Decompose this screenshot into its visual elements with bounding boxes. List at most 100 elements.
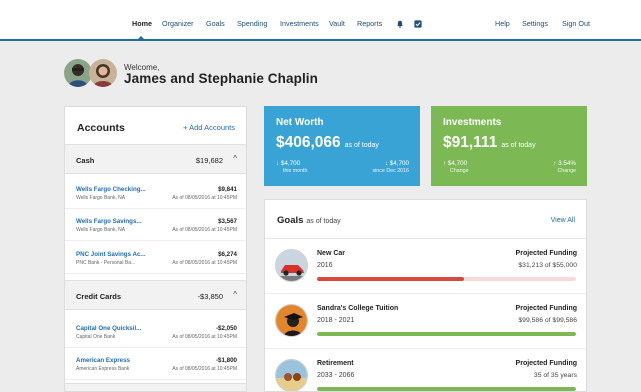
- welcome-user-name: James and Stephanie Chaplin: [124, 71, 319, 86]
- goal-projected-label: Projected Funding: [515, 250, 577, 257]
- nav-settings[interactable]: Settings: [522, 0, 548, 39]
- account-row[interactable]: Wells Fargo Checking... Wells Fargo Bank…: [65, 179, 246, 209]
- account-institution: Capital One Bank: [76, 334, 116, 340]
- account-name[interactable]: American Express: [76, 357, 130, 364]
- beach-icon: [275, 359, 308, 391]
- goals-as-of: as of today: [306, 218, 341, 225]
- avatar-stephanie: [89, 59, 117, 87]
- account-name[interactable]: Wells Fargo Checking...: [76, 186, 146, 193]
- bell-icon[interactable]: [396, 20, 404, 28]
- graduate-icon: [275, 304, 308, 337]
- goal-years: 2016: [317, 262, 333, 269]
- add-accounts-link[interactable]: + Add Accounts: [183, 123, 235, 132]
- group-header-credit-cards[interactable]: Credit Cards -$3,850 ^: [65, 280, 246, 310]
- net-worth-title: Net Worth: [276, 117, 324, 128]
- account-row[interactable]: American Express American Express Bank -…: [65, 350, 246, 380]
- account-amount: $3,567: [218, 218, 237, 225]
- goal-projected-value: $31,213 of $55,000: [518, 262, 577, 269]
- account-row[interactable]: PNC Joint Savings Ac... PNC Bank - Perso…: [65, 244, 246, 274]
- goal-name[interactable]: New Car: [317, 250, 345, 257]
- goals-header: Goals as of today: [277, 215, 341, 226]
- investments-value: $91,111: [443, 134, 498, 151]
- car-icon: [275, 249, 308, 282]
- goal-progress-bar: [317, 332, 576, 336]
- investments-change: ↑ $4,700: [443, 160, 468, 167]
- top-navigation: Home Organizer Goals Spending Investment…: [0, 0, 641, 41]
- net-worth-card[interactable]: Net Worth $406,066 as of today ↓ $4,700 t…: [264, 106, 420, 186]
- goal-row[interactable]: New Car 2016 Projected Funding $31,213 o…: [265, 239, 586, 294]
- account-updated: As of 08/05/2016 at 10:45PM: [172, 334, 237, 340]
- account-updated: As of 08/05/2016 at 10:45PM: [172, 195, 237, 201]
- goal-years: 2033 - 2066: [317, 372, 355, 379]
- group-total: $19,682: [195, 156, 223, 165]
- nav-help[interactable]: Help: [495, 0, 510, 39]
- goal-years: 2018 - 2021: [317, 317, 355, 324]
- nav-home[interactable]: Home: [132, 0, 152, 39]
- account-institution: PNC Bank - Personal Ba...: [76, 260, 136, 266]
- nav-spending[interactable]: Spending: [237, 0, 267, 39]
- net-worth-month-change: ↓ $4,700: [276, 160, 301, 167]
- net-worth-total-change: ↓ $4,700: [384, 160, 409, 167]
- account-name[interactable]: PNC Joint Savings Ac...: [76, 251, 146, 258]
- nav-sign-out[interactable]: Sign Out: [562, 0, 590, 39]
- goal-row[interactable]: Sandra's College Tuition 2018 - 2021 Pro…: [265, 294, 586, 349]
- goal-projected-value: $99,586 of $99,586: [518, 317, 577, 324]
- nav-reports[interactable]: Reports: [357, 0, 382, 39]
- checklist-icon[interactable]: [414, 20, 422, 28]
- goal-progress-bar: [317, 277, 576, 281]
- account-amount: $9,841: [218, 186, 237, 193]
- net-worth-value: $406,066: [276, 134, 341, 151]
- account-name[interactable]: Capital One Quicksil...: [76, 325, 141, 332]
- avatar-james: [64, 59, 92, 87]
- investments-as-of: as of today: [501, 142, 536, 149]
- nav-organizer[interactable]: Organizer: [162, 0, 194, 39]
- group-label: Credit Cards: [76, 292, 122, 301]
- investments-percent-caption: Change: [557, 168, 576, 174]
- account-institution: American Express Bank: [76, 366, 130, 372]
- goal-projected-label: Projected Funding: [515, 360, 577, 367]
- net-worth-amount-line: $406,066 as of today: [276, 134, 379, 152]
- account-name[interactable]: Wells Fargo Savings...: [76, 218, 142, 225]
- goal-name[interactable]: Retirement: [317, 360, 354, 367]
- investments-percent-change: ↑ 3.54%: [553, 160, 576, 167]
- investments-title: Investments: [443, 117, 502, 128]
- view-all-goals-link[interactable]: View All: [551, 217, 575, 224]
- account-amount: -$1,800: [216, 357, 237, 364]
- goal-progress-fill: [317, 332, 576, 336]
- group-total: -$3,850: [197, 292, 223, 301]
- goal-row[interactable]: Retirement 2033 - 2066 Projected Funding…: [265, 349, 586, 391]
- net-worth-month-caption: this month: [283, 168, 308, 174]
- nav-vault[interactable]: Vault: [329, 0, 345, 39]
- account-updated: As of 08/05/2016 at 10:45PM: [172, 366, 237, 372]
- group-header-next: [65, 383, 246, 391]
- account-institution: Wells Fargo Bank, NA: [76, 195, 126, 201]
- accounts-panel: Accounts + Add Accounts Cash $19,682 ^ W…: [64, 106, 247, 392]
- account-updated: As of 08/05/2016 at 10:45PM: [172, 260, 237, 266]
- goals-title: Goals: [277, 215, 304, 226]
- accounts-title: Accounts: [77, 122, 125, 134]
- goal-progress-bar: [317, 387, 576, 391]
- nav-goals[interactable]: Goals: [206, 0, 225, 39]
- account-amount: -$2,050: [216, 325, 237, 332]
- chevron-up-icon[interactable]: ^: [233, 154, 237, 163]
- net-worth-total-caption: since Dec 2016: [372, 168, 409, 174]
- goal-progress-fill: [317, 277, 464, 281]
- goal-projected-value: 35 of 35 years: [533, 372, 577, 379]
- goal-name[interactable]: Sandra's College Tuition: [317, 305, 398, 312]
- account-institution: Wells Fargo Bank, NA: [76, 227, 126, 233]
- account-amount: $6,274: [218, 251, 237, 258]
- account-row[interactable]: Wells Fargo Savings... Wells Fargo Bank,…: [65, 211, 246, 241]
- goal-progress-fill: [317, 387, 576, 391]
- account-updated: As of 08/05/2016 at 10:45PM: [172, 227, 237, 233]
- group-label: Cash: [76, 156, 95, 165]
- account-row[interactable]: Capital One Quicksil... Capital One Bank…: [65, 318, 246, 348]
- chevron-up-icon[interactable]: ^: [233, 290, 237, 299]
- group-header-cash[interactable]: Cash $19,682 ^: [65, 144, 246, 174]
- goal-projected-label: Projected Funding: [515, 305, 577, 312]
- investments-card[interactable]: Investments $91,111 as of today ↑ $4,700 …: [431, 106, 587, 186]
- investments-change-caption: Change: [450, 168, 469, 174]
- active-nav-indicator: [137, 36, 145, 40]
- nav-investments[interactable]: Investments: [280, 0, 319, 39]
- goals-panel: Goals as of today View All New Car 2016 P…: [264, 199, 587, 392]
- net-worth-as-of: as of today: [344, 142, 379, 149]
